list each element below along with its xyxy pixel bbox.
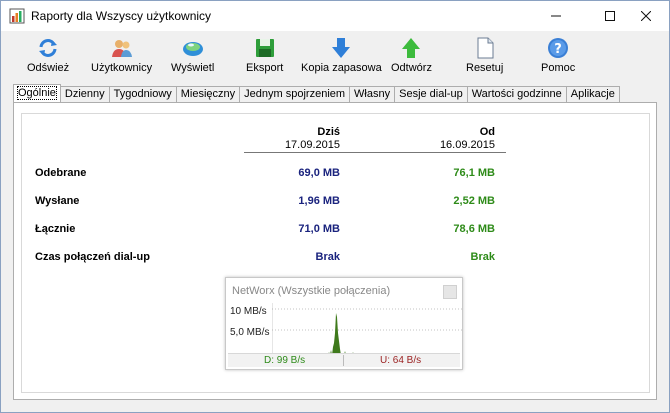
close-icon (641, 11, 651, 21)
networx-status-divider (343, 355, 344, 366)
users-icon (111, 40, 132, 57)
networx-title: NetWorx (Wszystkie połączenia) (232, 285, 391, 297)
refresh-icon (39, 39, 58, 57)
col-since-header: Od (479, 126, 495, 138)
help-label: Pomoc (541, 62, 576, 74)
report-tabs: Ogólnie Dzienny Tygodniowy Miesięczny Je… (13, 84, 620, 103)
export-label: Eksport (246, 62, 284, 74)
header-divider (244, 152, 506, 153)
tab-weekly[interactable]: Tygodniowy (109, 86, 177, 103)
export-button[interactable]: Eksport (246, 37, 283, 79)
networx-download-rate: D: 99 B/s (264, 355, 306, 366)
tab-hourly-values[interactable]: Wartości godzinne (467, 86, 567, 103)
maximize-icon (605, 11, 615, 21)
row-label-total: Łącznie (35, 223, 76, 235)
networx-close-button[interactable] (443, 285, 457, 299)
backup-button[interactable]: Kopia zapasowa (301, 37, 382, 79)
tab-label: Ogólnie (17, 86, 57, 100)
backup-label: Kopia zapasowa (301, 62, 382, 74)
display-icon (182, 42, 203, 56)
users-button[interactable]: Użytkownicy (91, 37, 152, 79)
tab-applications[interactable]: Aplikacje (566, 86, 620, 103)
received-since: 76,1 MB (453, 167, 495, 179)
refresh-button[interactable]: Odśwież (27, 37, 69, 79)
networx-widget[interactable]: NetWorx (Wszystkie połączenia) 10 MB/s 5… (225, 277, 463, 370)
tab-label: Jednym spojrzeniem (244, 88, 346, 100)
row-label-received: Odebrane (35, 167, 87, 179)
refresh-label: Odśwież (27, 62, 70, 74)
minimize-button[interactable] (533, 1, 579, 31)
networx-status-bar: D: 99 B/s U: 64 B/s (228, 353, 460, 367)
arrow-up-icon (402, 38, 421, 58)
tab-dialup-sessions[interactable]: Sesje dial-up (395, 86, 468, 103)
col-today-header: Dziś (317, 126, 340, 138)
networx-traffic-graph (272, 303, 462, 355)
tab-label: Aplikacje (570, 88, 615, 100)
svg-text:?: ? (554, 42, 562, 57)
close-button[interactable] (623, 1, 669, 31)
sent-since: 2,52 MB (453, 195, 495, 207)
tab-label: Własny (354, 88, 391, 100)
toolbar: Odśwież Użytkownicy Wyświetl Eksport Kop… (1, 31, 669, 81)
total-today: 71,0 MB (298, 223, 340, 235)
networx-y-mid: 5,0 MB/s (230, 327, 270, 338)
dialup-since: Brak (470, 251, 495, 263)
tab-label: Sesje dial-up (399, 88, 463, 100)
window-title: Raporty dla Wszyscy użytkownicy (31, 9, 212, 23)
tab-daily[interactable]: Dzienny (60, 86, 110, 103)
reset-button[interactable]: Resetuj (466, 37, 503, 79)
networx-y-top: 10 MB/s (230, 306, 267, 317)
users-label: Użytkownicy (91, 62, 153, 74)
save-icon (255, 39, 274, 57)
display-button[interactable]: Wyświetl (171, 37, 214, 79)
tab-custom[interactable]: Własny (350, 86, 396, 103)
col-today-date: 17.09.2015 (284, 139, 340, 151)
col-since-date: 16.09.2015 (439, 139, 495, 151)
tab-monthly[interactable]: Miesięczny (176, 86, 241, 103)
minimize-icon (551, 15, 561, 17)
sent-today: 1,96 MB (298, 195, 340, 207)
row-label-sent: Wysłane (35, 195, 80, 207)
tab-at-a-glance[interactable]: Jednym spojrzeniem (240, 86, 351, 103)
arrow-down-icon (332, 38, 351, 58)
title-bar: Raporty dla Wszyscy użytkownicy (1, 1, 669, 31)
reports-window: Raporty dla Wszyscy użytkownicy Odśwież (0, 0, 670, 413)
restore-button[interactable]: Odtwórz (391, 37, 432, 79)
total-since: 78,6 MB (453, 223, 495, 235)
help-icon: ? (548, 38, 569, 58)
dialup-today: Brak (315, 251, 340, 263)
tab-label: Tygodniowy (113, 88, 172, 100)
tab-general[interactable]: Ogólnie (13, 84, 61, 103)
received-today: 69,0 MB (298, 167, 340, 179)
display-label: Wyświetl (171, 62, 215, 74)
row-label-dialup-time: Czas połączeń dial-up (35, 251, 150, 263)
app-icon (9, 8, 25, 24)
tab-label: Wartości godzinne (471, 88, 562, 100)
reset-label: Resetuj (466, 62, 504, 74)
tab-label: Miesięczny (180, 88, 236, 100)
help-button[interactable]: ? Pomoc (541, 37, 575, 79)
document-icon (477, 37, 494, 59)
tab-label: Dzienny (64, 88, 105, 100)
networx-upload-rate: U: 64 B/s (380, 355, 422, 366)
restore-label: Odtwórz (391, 62, 432, 74)
